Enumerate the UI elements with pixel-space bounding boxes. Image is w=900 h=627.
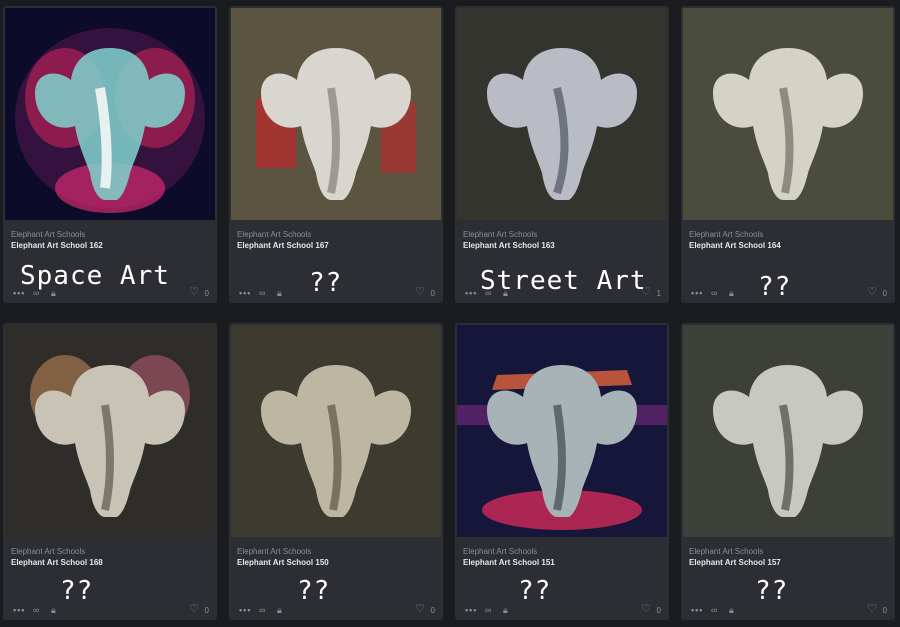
collection-name[interactable]: Elephant Art Schools <box>11 229 209 240</box>
like-count: 0 <box>430 606 435 615</box>
like-count: 0 <box>882 606 887 615</box>
nft-card[interactable]: Elephant Art Schools Elephant Art School… <box>681 6 895 303</box>
like-count: 0 <box>656 606 661 615</box>
annotation-label: ?? <box>755 576 789 606</box>
heart-icon[interactable]: ♡ <box>415 286 425 298</box>
lock-icon[interactable]: 🔒︎ <box>51 604 56 616</box>
collection-name[interactable]: Elephant Art Schools <box>237 229 435 240</box>
collection-name[interactable]: Elephant Art Schools <box>463 546 661 557</box>
more-dots-icon[interactable]: ••• <box>465 604 477 616</box>
like-count: 0 <box>882 289 887 298</box>
artwork-image[interactable] <box>457 325 667 537</box>
elephant-artwork <box>231 8 441 220</box>
nft-card[interactable]: Elephant Art Schools Elephant Art School… <box>229 323 443 620</box>
item-title[interactable]: Elephant Art School 164 <box>689 240 887 252</box>
more-dots-icon[interactable]: ••• <box>691 604 703 616</box>
elephant-artwork <box>231 325 441 537</box>
like-count: 1 <box>656 289 661 298</box>
link-icon[interactable]: ∞ <box>711 287 717 299</box>
link-icon[interactable]: ∞ <box>711 604 717 616</box>
link-icon[interactable]: ∞ <box>33 604 39 616</box>
more-dots-icon[interactable]: ••• <box>465 287 477 299</box>
annotation-label: ?? <box>309 268 343 298</box>
nft-card[interactable]: Elephant Art Schools Elephant Art School… <box>3 6 217 303</box>
item-title[interactable]: Elephant Art School 157 <box>689 557 887 569</box>
item-title[interactable]: Elephant Art School 168 <box>11 557 209 569</box>
artwork-image[interactable] <box>683 325 893 537</box>
item-title[interactable]: Elephant Art School 151 <box>463 557 661 569</box>
heart-icon[interactable]: ♡ <box>867 603 877 615</box>
lock-icon[interactable]: 🔒︎ <box>729 604 734 616</box>
annotation-label: ?? <box>60 576 94 606</box>
artwork-image[interactable] <box>5 325 215 537</box>
item-title[interactable]: Elephant Art School 163 <box>463 240 661 252</box>
annotation-label: ?? <box>518 576 552 606</box>
link-icon[interactable]: ∞ <box>259 604 265 616</box>
collection-name[interactable]: Elephant Art Schools <box>237 546 435 557</box>
annotation-label: Space Art <box>20 261 170 291</box>
annotation-label: ?? <box>758 272 792 302</box>
elephant-artwork <box>5 8 215 220</box>
lock-icon[interactable]: 🔒︎ <box>503 604 508 616</box>
annotation-label: ?? <box>297 576 331 606</box>
elephant-artwork <box>457 8 667 220</box>
artwork-image[interactable] <box>457 8 667 220</box>
item-title[interactable]: Elephant Art School 162 <box>11 240 209 252</box>
more-dots-icon[interactable]: ••• <box>239 287 251 299</box>
nft-card[interactable]: Elephant Art Schools Elephant Art School… <box>229 6 443 303</box>
heart-icon[interactable]: ♡ <box>641 603 651 615</box>
artwork-image[interactable] <box>231 325 441 537</box>
artwork-image[interactable] <box>5 8 215 220</box>
lock-icon[interactable]: 🔒︎ <box>277 604 282 616</box>
heart-icon[interactable]: ♡ <box>189 286 199 298</box>
elephant-artwork <box>5 325 215 537</box>
heart-icon[interactable]: ♡ <box>867 286 877 298</box>
collection-name[interactable]: Elephant Art Schools <box>689 546 887 557</box>
annotation-label: Street Art <box>480 266 647 296</box>
item-title[interactable]: Elephant Art School 150 <box>237 557 435 569</box>
collection-name[interactable]: Elephant Art Schools <box>11 546 209 557</box>
elephant-artwork <box>457 325 667 537</box>
heart-icon[interactable]: ♡ <box>189 603 199 615</box>
collection-name[interactable]: Elephant Art Schools <box>689 229 887 240</box>
item-title[interactable]: Elephant Art School 167 <box>237 240 435 252</box>
more-dots-icon[interactable]: ••• <box>691 287 703 299</box>
heart-icon[interactable]: ♡ <box>415 603 425 615</box>
nft-card[interactable]: Elephant Art Schools Elephant Art School… <box>3 323 217 620</box>
more-dots-icon[interactable]: ••• <box>13 604 25 616</box>
like-count: 0 <box>204 606 209 615</box>
artwork-image[interactable] <box>231 8 441 220</box>
lock-icon[interactable]: 🔒︎ <box>277 287 282 299</box>
link-icon[interactable]: ∞ <box>259 287 265 299</box>
nft-card[interactable]: Elephant Art Schools Elephant Art School… <box>455 6 669 303</box>
artwork-image[interactable] <box>683 8 893 220</box>
more-dots-icon[interactable]: ••• <box>239 604 251 616</box>
link-icon[interactable]: ∞ <box>485 604 491 616</box>
nft-card[interactable]: Elephant Art Schools Elephant Art School… <box>455 323 669 620</box>
elephant-artwork <box>683 325 893 537</box>
collection-name[interactable]: Elephant Art Schools <box>463 229 661 240</box>
like-count: 0 <box>430 289 435 298</box>
like-count: 0 <box>204 289 209 298</box>
elephant-artwork <box>683 8 893 220</box>
lock-icon[interactable]: 🔒︎ <box>729 287 734 299</box>
